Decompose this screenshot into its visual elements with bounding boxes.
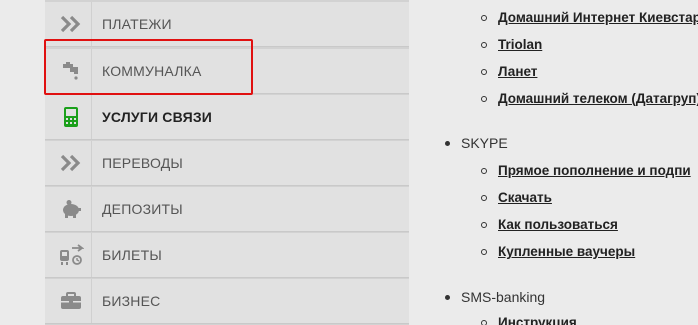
menu-item-tickets[interactable]: БИЛЕТЫ <box>45 233 409 278</box>
link-item[interactable]: Ланет <box>481 64 537 79</box>
menu-item-label: ПЕРЕВОДЫ <box>102 155 184 171</box>
section-skype: SKYPE <box>445 135 508 151</box>
double-chevron-icon <box>50 2 92 46</box>
menu-item-label: БИЗНЕС <box>102 293 161 309</box>
briefcase-icon <box>50 279 92 323</box>
menu-item-business[interactable]: БИЗНЕС <box>45 279 409 324</box>
circle-bullet-icon <box>481 95 487 102</box>
circle-bullet-icon <box>481 41 487 48</box>
link-item[interactable]: Скачать <box>481 190 552 205</box>
phone-icon <box>50 95 92 139</box>
circle-bullet-icon <box>481 221 487 228</box>
piggy-bank-icon <box>50 187 92 231</box>
menu-item-payments[interactable]: ПЛАТЕЖИ <box>45 2 409 47</box>
menu-item-telecom[interactable]: УСЛУГИ СВЯЗИ <box>45 95 409 140</box>
link-text[interactable]: Ланет <box>498 64 537 79</box>
bullet-icon <box>445 140 450 146</box>
circle-bullet-icon <box>481 68 487 75</box>
link-text[interactable]: Скачать <box>498 190 552 205</box>
double-chevron-icon <box>50 141 92 185</box>
link-text[interactable]: Домашний телеком (Датагруп) <box>498 91 698 106</box>
menu-item-utilities[interactable]: КОММУНАЛКА <box>45 49 409 94</box>
circle-bullet-icon <box>481 248 487 255</box>
link-item[interactable]: Домашний телеком (Датагруп) <box>481 91 698 106</box>
link-item[interactable]: Купленные ваучеры <box>481 244 635 259</box>
side-menu: ПЛАТЕЖИ КОММУНАЛКА УСЛУГИ СВЯЗИ ПЕРЕВОДЫ… <box>45 0 409 325</box>
circle-bullet-icon <box>481 194 487 201</box>
link-text[interactable]: Инструкция <box>498 315 577 325</box>
menu-item-deposits[interactable]: ДЕПОЗИТЫ <box>45 187 409 232</box>
faucet-icon <box>50 49 92 93</box>
page: ПЛАТЕЖИ КОММУНАЛКА УСЛУГИ СВЯЗИ ПЕРЕВОДЫ… <box>0 0 698 325</box>
section-sms-banking: SMS-banking <box>445 289 545 305</box>
circle-bullet-icon <box>481 319 487 325</box>
link-item[interactable]: Инструкция <box>481 315 577 325</box>
link-item[interactable]: Домашний Интернет Киевстар <box>481 10 698 25</box>
link-text[interactable]: Домашний Интернет Киевстар <box>498 10 698 25</box>
menu-item-label: БИЛЕТЫ <box>102 247 162 263</box>
link-text[interactable]: Как пользоваться <box>498 217 618 232</box>
tickets-icon <box>50 233 92 277</box>
menu-item-label: ПЛАТЕЖИ <box>102 16 172 32</box>
link-item[interactable]: Как пользоваться <box>481 217 618 232</box>
link-text[interactable]: Купленные ваучеры <box>498 244 635 259</box>
circle-bullet-icon <box>481 14 487 21</box>
menu-item-label: ДЕПОЗИТЫ <box>102 201 183 217</box>
link-item[interactable]: Прямое пополнение и подпи <box>481 163 691 178</box>
menu-item-label: КОММУНАЛКА <box>102 63 202 79</box>
section-label: SKYPE <box>461 135 508 151</box>
link-text[interactable]: Triolan <box>498 37 542 52</box>
bullet-icon <box>445 294 450 300</box>
menu-item-label: УСЛУГИ СВЯЗИ <box>102 109 213 125</box>
link-text[interactable]: Прямое пополнение и подпи <box>498 163 691 178</box>
circle-bullet-icon <box>481 167 487 174</box>
menu-item-transfers[interactable]: ПЕРЕВОДЫ <box>45 141 409 186</box>
section-label: SMS-banking <box>461 289 546 305</box>
link-item[interactable]: Triolan <box>481 37 542 52</box>
